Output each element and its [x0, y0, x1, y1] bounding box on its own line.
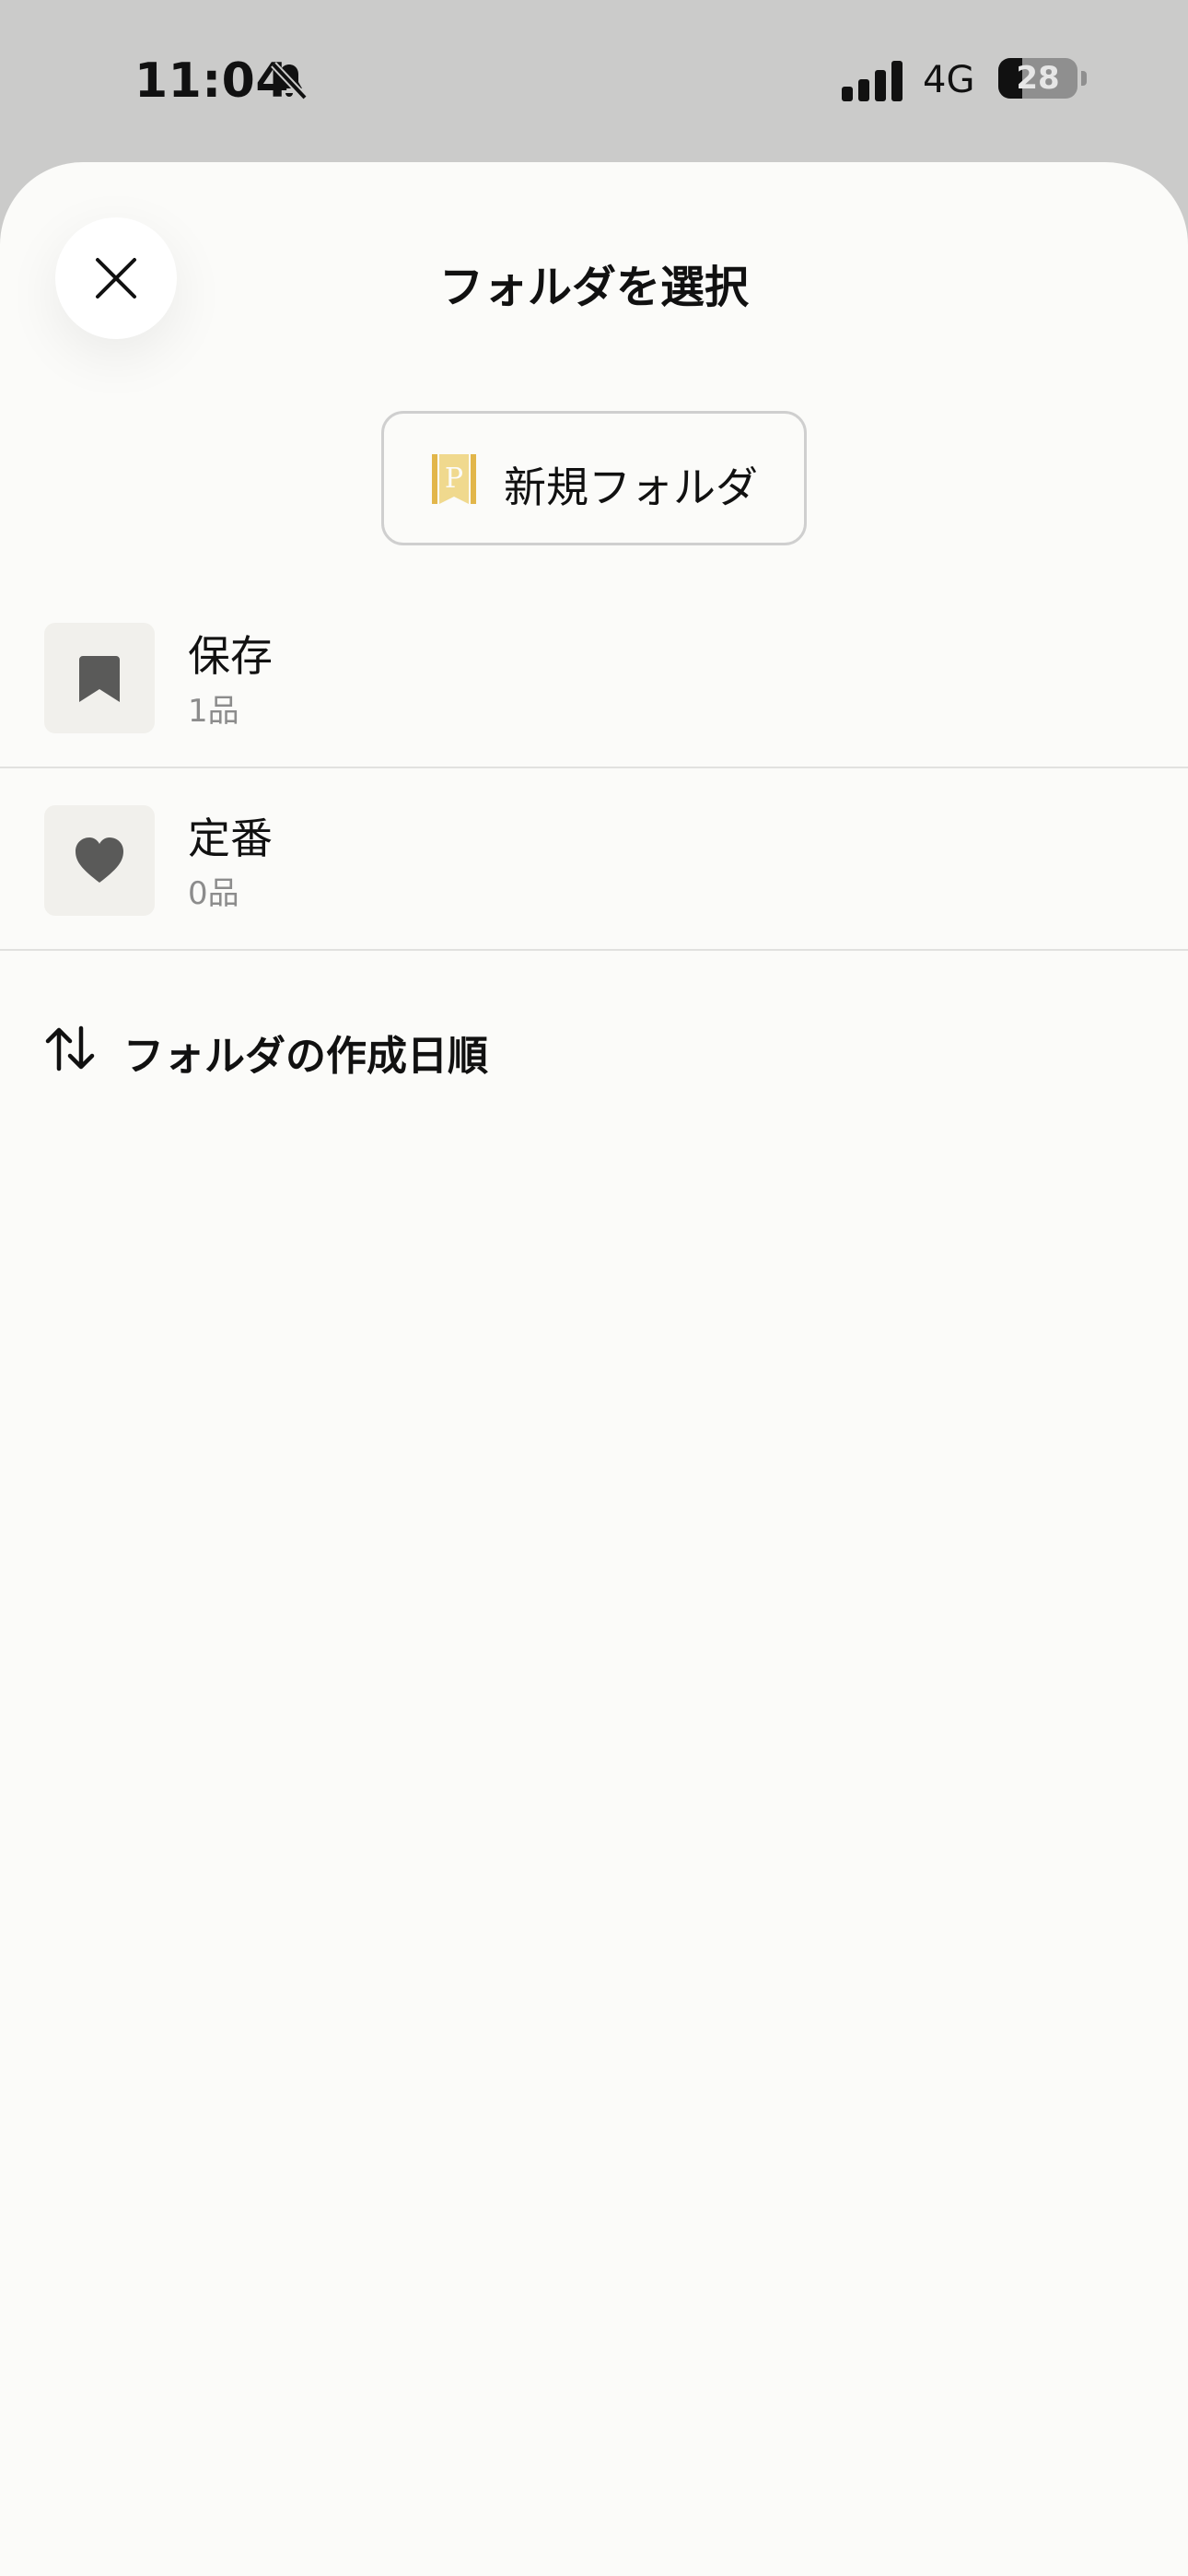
sort-label: フォルダの作成日順 [123, 1033, 488, 1080]
folder-thumbnail [44, 805, 155, 916]
new-folder-icon: P [432, 454, 476, 504]
signal-icon [842, 61, 903, 101]
network-type: 4G [923, 59, 975, 101]
heart-icon [76, 837, 123, 883]
folder-count: 0品 [188, 875, 239, 912]
svg-text:P: P [445, 463, 463, 495]
bookmark-icon [79, 656, 120, 702]
status-time: 11:04 [134, 53, 290, 109]
folder-select-sheet: フォルダを選択 P 新規フォルダ 保存 1品 定番 0品 フォルダの作成日順 [0, 162, 1188, 2576]
new-folder-button[interactable]: P 新規フォルダ [381, 411, 807, 545]
folder-row-save[interactable]: 保存 1品 [0, 586, 1188, 768]
status-bar: 11:04 4G 28 [0, 0, 1188, 162]
folder-count: 1品 [188, 693, 239, 730]
folder-name: 定番 [188, 814, 273, 863]
folder-row-favorite[interactable]: 定番 0品 [0, 768, 1188, 951]
new-folder-label: 新規フォルダ [504, 463, 758, 512]
folder-name: 保存 [188, 631, 273, 681]
folder-thumbnail [44, 623, 155, 733]
sheet-title: フォルダを選択 [438, 262, 749, 313]
battery-level: 28 [1016, 60, 1060, 97]
bell-off-icon [271, 62, 308, 100]
battery-icon: 28 [998, 58, 1077, 99]
battery-cap [1081, 71, 1087, 86]
sort-arrows-icon [45, 1025, 95, 1071]
